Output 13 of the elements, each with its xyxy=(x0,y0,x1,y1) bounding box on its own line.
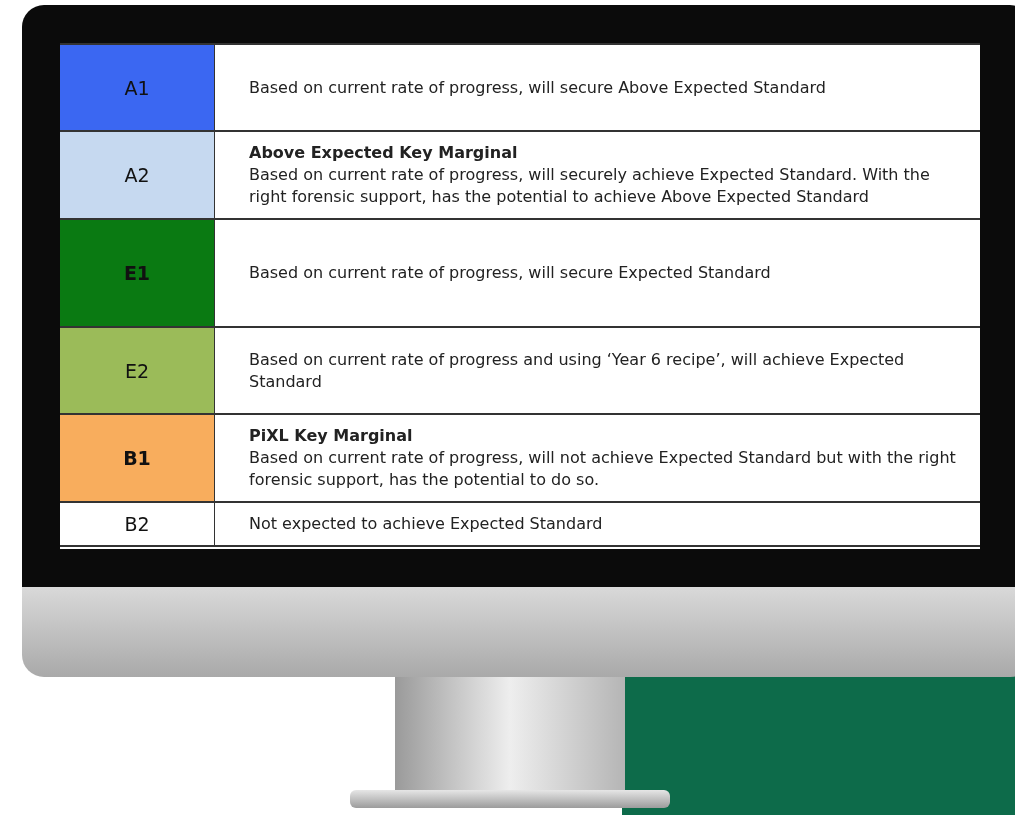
description-text: Based on current rate of progress, will secure Expected Standard xyxy=(249,262,772,284)
description-text: Based on current rate of progress, will not achieve Expected Standard but with the right forensic support, has the potential to do so. xyxy=(249,447,957,491)
description-text: Not expected to achieve Expected Standard xyxy=(249,513,604,535)
grade-cell: E1 xyxy=(60,220,215,326)
description-heading: Above Expected Key Marginal xyxy=(249,142,519,164)
description-text: Based on current rate of progress, will secure Above Expected Standard xyxy=(249,76,827,99)
description-text: Based on current rate of progress and using ‘Year 6 recipe’, will achieve Expected Standard xyxy=(249,348,906,393)
description-heading: PiXL Key Marginal xyxy=(249,425,414,447)
description-text: Based on current rate of progress, will securely achieve Expected Standard. With the right forensic support, has the potential to achieve Above Expected Standard xyxy=(249,164,931,208)
grade-cell: B1 xyxy=(60,415,215,501)
grade-cell: A1 xyxy=(60,45,215,130)
grade-cell: A2 xyxy=(60,132,215,218)
grade-cell: E2 xyxy=(60,328,215,413)
